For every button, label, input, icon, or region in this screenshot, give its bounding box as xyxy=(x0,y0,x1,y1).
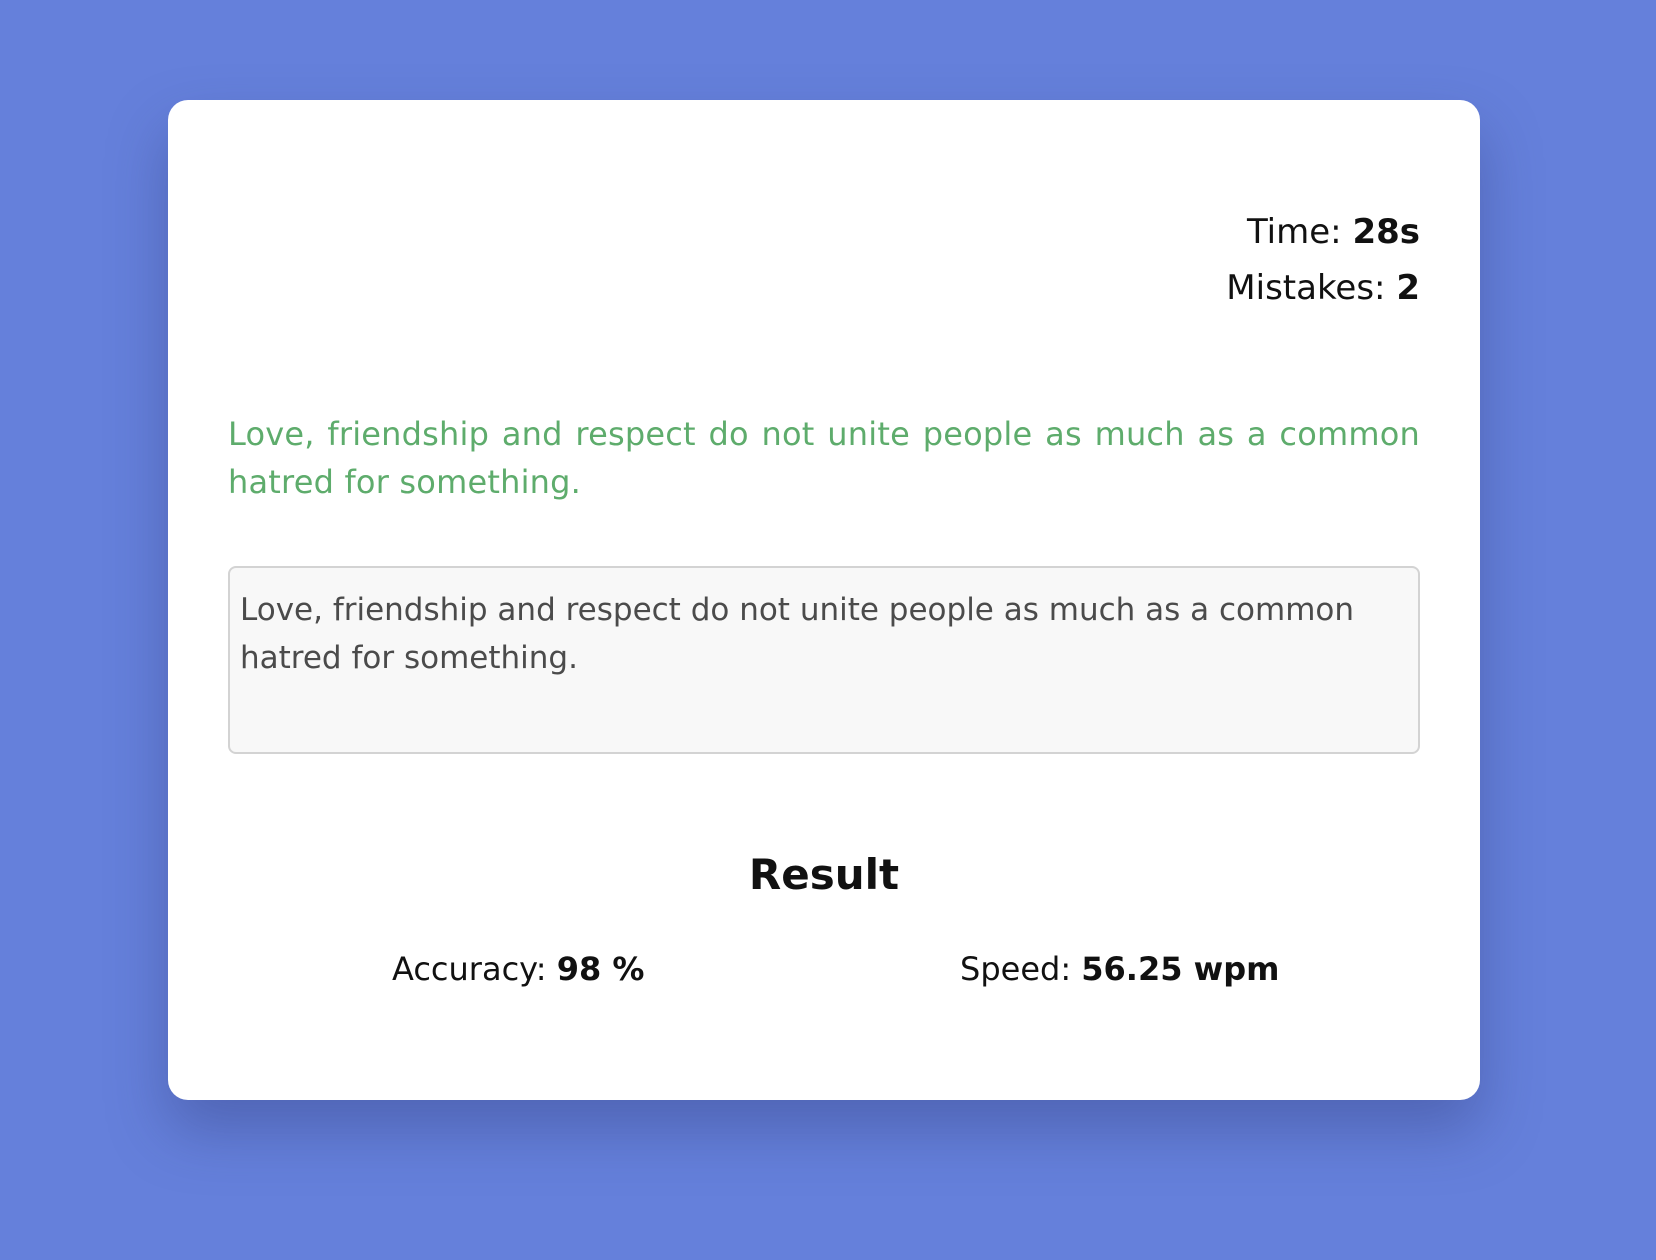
result-title: Result xyxy=(748,850,900,899)
accuracy-label: Accuracy: xyxy=(392,950,557,988)
accuracy-result: Accuracy: 98 % xyxy=(392,950,644,988)
stats-panel: Time: 28s Mistakes: 2 xyxy=(1226,204,1420,316)
mistakes-stat: Mistakes: 2 xyxy=(1226,260,1420,316)
time-stat: Time: 28s xyxy=(1226,204,1420,260)
mistakes-label: Mistakes: xyxy=(1226,268,1397,308)
speed-label: Speed: xyxy=(960,950,1082,988)
mistakes-value: 2 xyxy=(1396,268,1420,308)
accuracy-value: 98 % xyxy=(556,950,645,988)
typing-test-card: Time: 28s Mistakes: 2 Love, friendship a… xyxy=(168,100,1480,1100)
quote-text: Love, friendship and respect do not unit… xyxy=(228,415,1420,501)
time-value: 28s xyxy=(1352,212,1420,252)
speed-result: Speed: 56.25 wpm xyxy=(960,950,1279,988)
time-label: Time: xyxy=(1246,212,1353,252)
speed-value: 56.25 wpm xyxy=(1081,950,1280,988)
typing-input[interactable] xyxy=(228,566,1420,754)
